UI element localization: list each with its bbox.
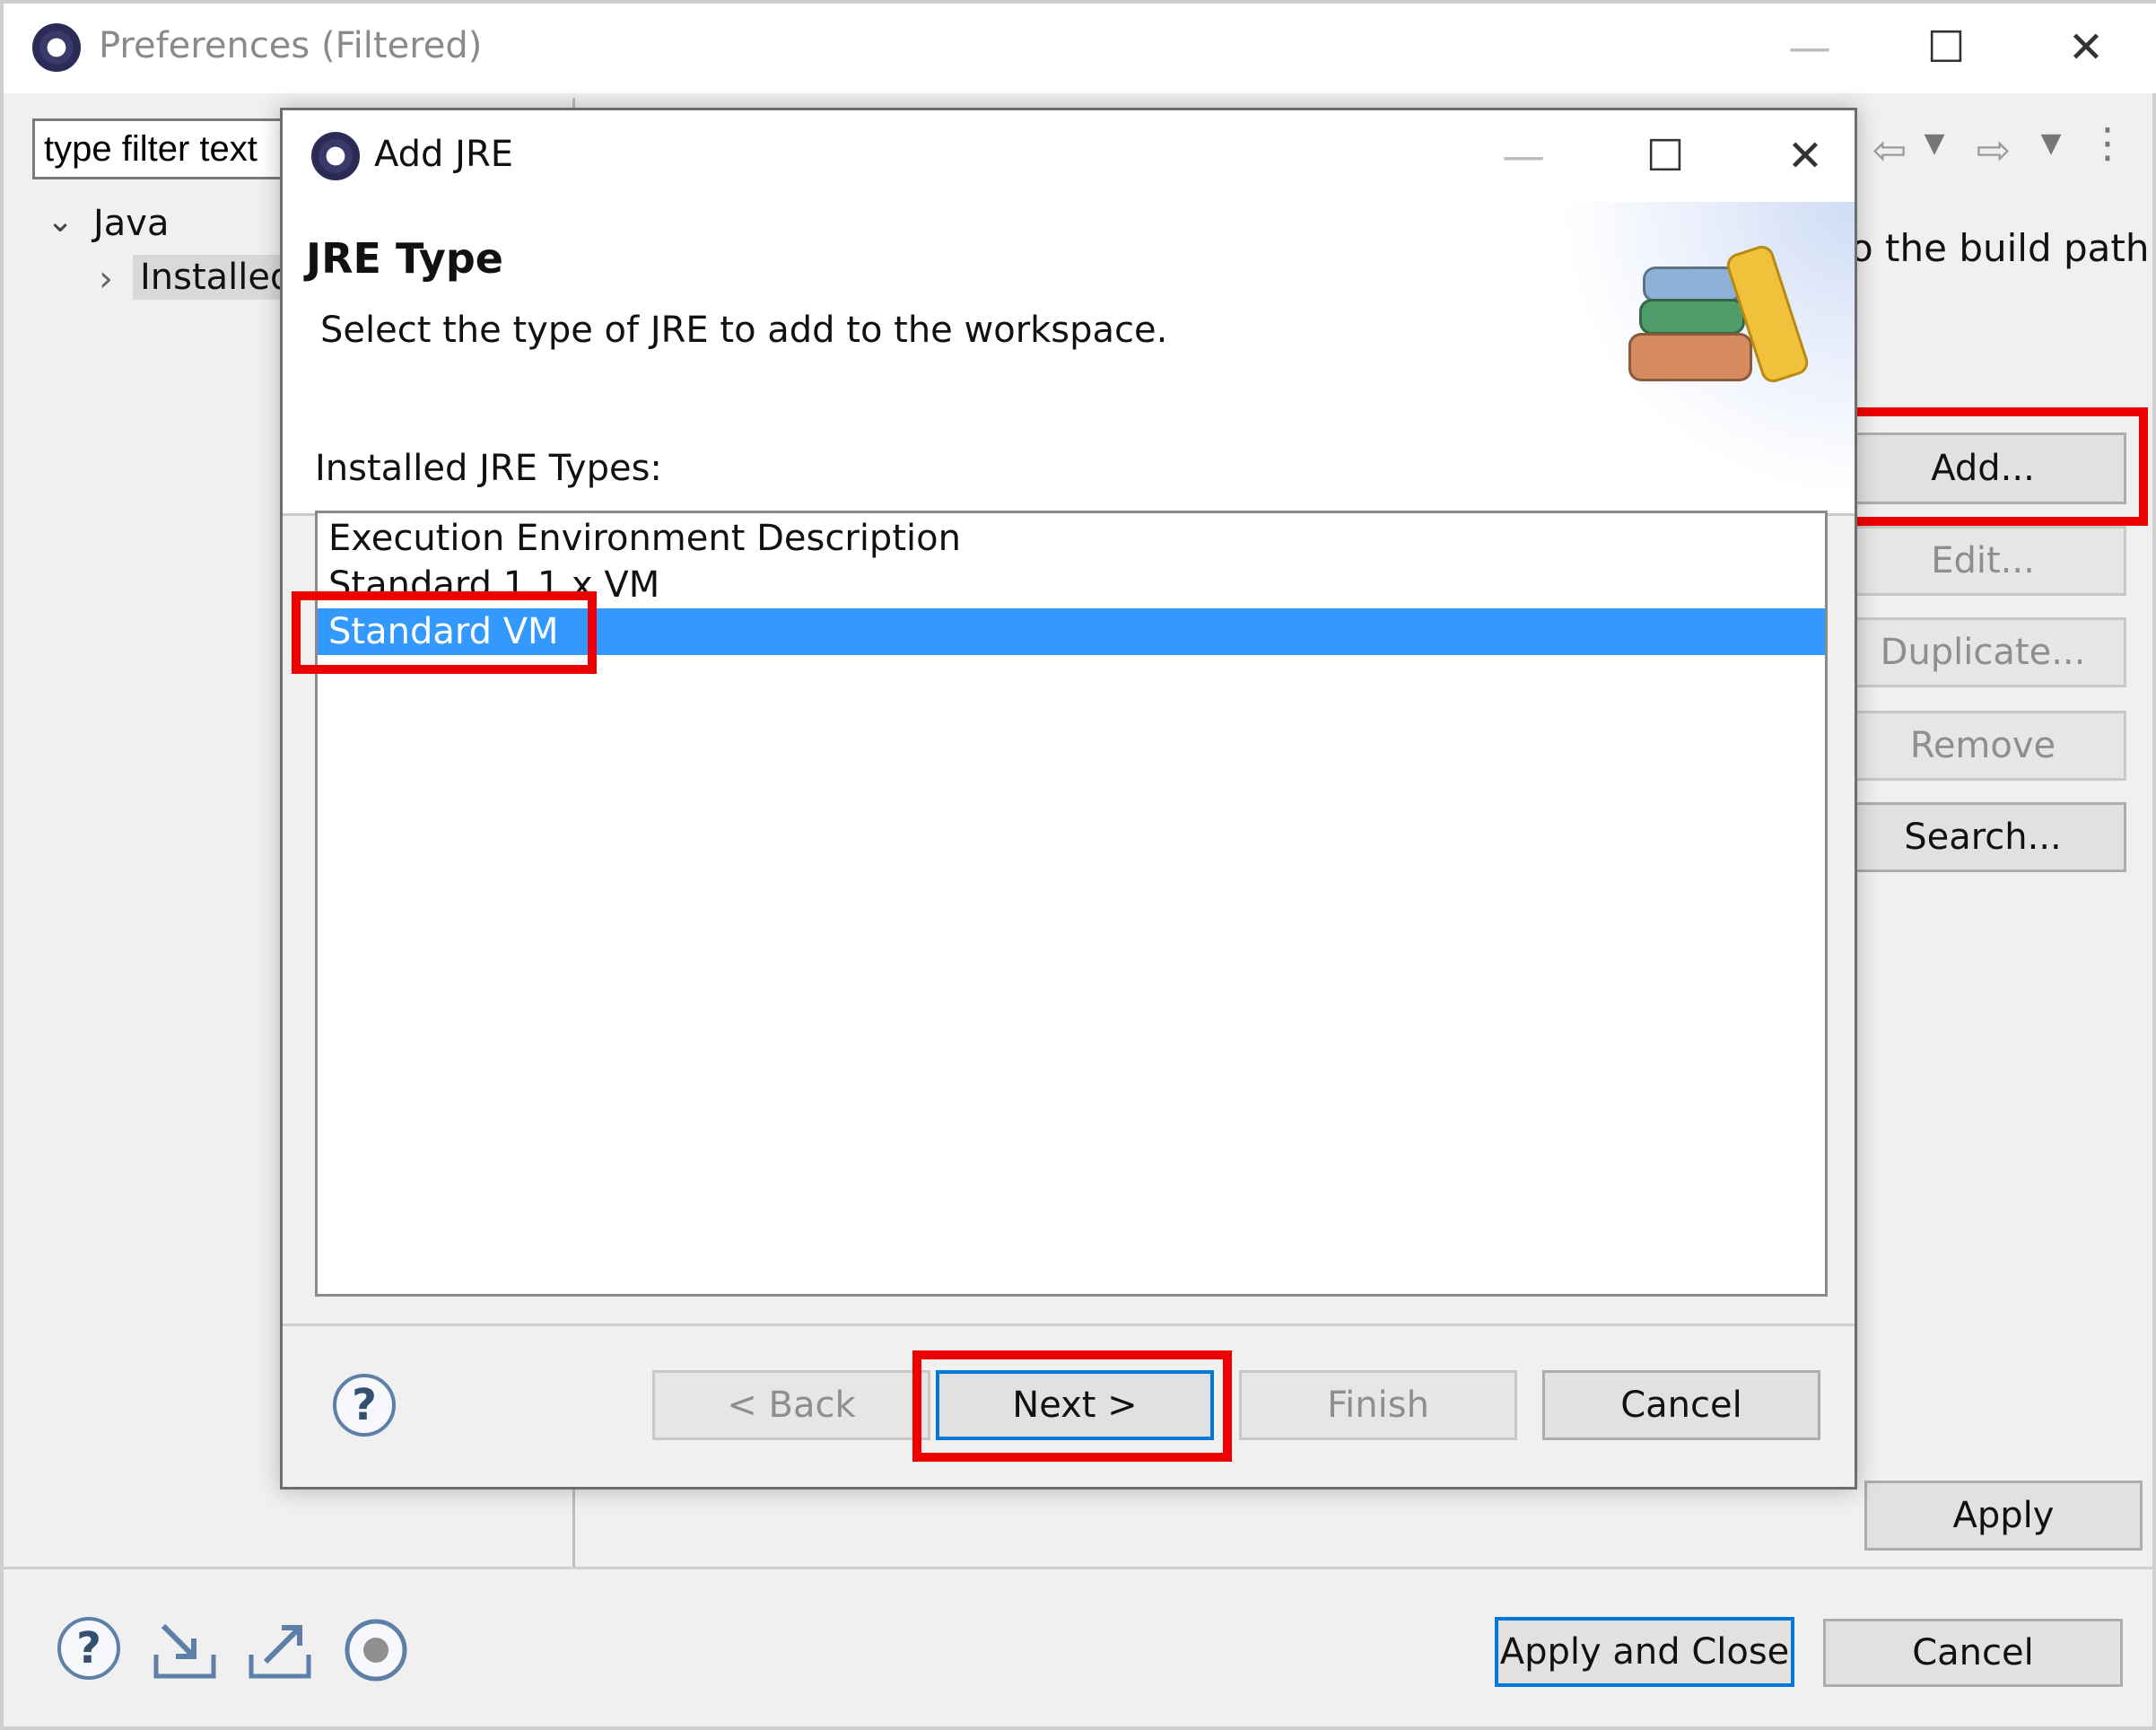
- wizard-page-title: JRE Type: [306, 234, 504, 283]
- highlight-add-button: [1821, 407, 2148, 526]
- preferences-titlebar: Preferences (Filtered) — ☐ ✕: [4, 4, 2156, 93]
- back-arrow-icon[interactable]: ⇦: [1864, 126, 1915, 174]
- dialog-cancel-button[interactable]: Cancel: [1542, 1370, 1820, 1440]
- dialog-titlebar: Add JRE — ☐ ✕: [283, 110, 1855, 202]
- eclipse-icon: [311, 132, 360, 180]
- preferences-title: Preferences (Filtered): [99, 25, 483, 66]
- duplicate-button[interactable]: Duplicate...: [1839, 617, 2126, 687]
- chevron-down-icon[interactable]: ⌄: [47, 203, 74, 240]
- preferences-cancel-button[interactable]: Cancel: [1823, 1619, 2123, 1687]
- tree-item-java[interactable]: Java: [93, 203, 170, 244]
- record-icon[interactable]: [343, 1617, 409, 1683]
- jre-books-icon: [1628, 242, 1817, 417]
- wizard-page-subtitle: Select the type of JRE to add to the wor…: [320, 310, 1168, 351]
- view-menu-icon[interactable]: ⋮: [2087, 118, 2128, 167]
- filter-input[interactable]: [32, 118, 292, 179]
- chevron-right-icon[interactable]: ›: [99, 258, 113, 300]
- export-icon[interactable]: [246, 1619, 314, 1683]
- eclipse-icon: [32, 23, 81, 72]
- edit-button[interactable]: Edit...: [1839, 526, 2126, 596]
- maximize-button[interactable]: ☐: [1906, 7, 1986, 88]
- minimize-button[interactable]: —: [1769, 7, 1850, 88]
- dialog-separator: [283, 1324, 1855, 1326]
- installed-jre-types-label: Installed JRE Types:: [315, 448, 662, 489]
- dialog-help-icon[interactable]: ?: [333, 1374, 396, 1437]
- help-icon[interactable]: ?: [57, 1617, 120, 1680]
- page-description: o the build path: [1850, 226, 2150, 270]
- bottom-divider: [4, 1567, 2156, 1569]
- import-icon[interactable]: [151, 1619, 219, 1683]
- forward-arrow-icon[interactable]: ⇨: [1968, 126, 2019, 174]
- dialog-close-button[interactable]: ✕: [1765, 116, 1846, 197]
- highlight-standard-vm: [292, 591, 597, 674]
- apply-button[interactable]: Apply: [1864, 1481, 2143, 1551]
- remove-button[interactable]: Remove: [1839, 711, 2126, 781]
- dialog-minimize-button[interactable]: —: [1483, 116, 1564, 197]
- tree-item-installed-jres[interactable]: Installed: [133, 255, 301, 300]
- highlight-next-button: [912, 1350, 1232, 1462]
- apply-and-close-button[interactable]: Apply and Close: [1495, 1617, 1794, 1687]
- add-jre-dialog: Add JRE — ☐ ✕ JRE Type Select the type o…: [280, 108, 1857, 1490]
- list-item-execution-environment[interactable]: Execution Environment Description: [318, 515, 1825, 562]
- back-dropdown-icon[interactable]: ▼: [1916, 127, 1952, 159]
- dialog-title: Add JRE: [374, 134, 514, 175]
- back-button[interactable]: < Back: [652, 1370, 930, 1440]
- dialog-maximize-button[interactable]: ☐: [1625, 116, 1706, 197]
- finish-button[interactable]: Finish: [1239, 1370, 1517, 1440]
- close-button[interactable]: ✕: [2046, 7, 2126, 88]
- forward-dropdown-icon[interactable]: ▼: [2033, 127, 2069, 159]
- search-button[interactable]: Search...: [1839, 802, 2126, 872]
